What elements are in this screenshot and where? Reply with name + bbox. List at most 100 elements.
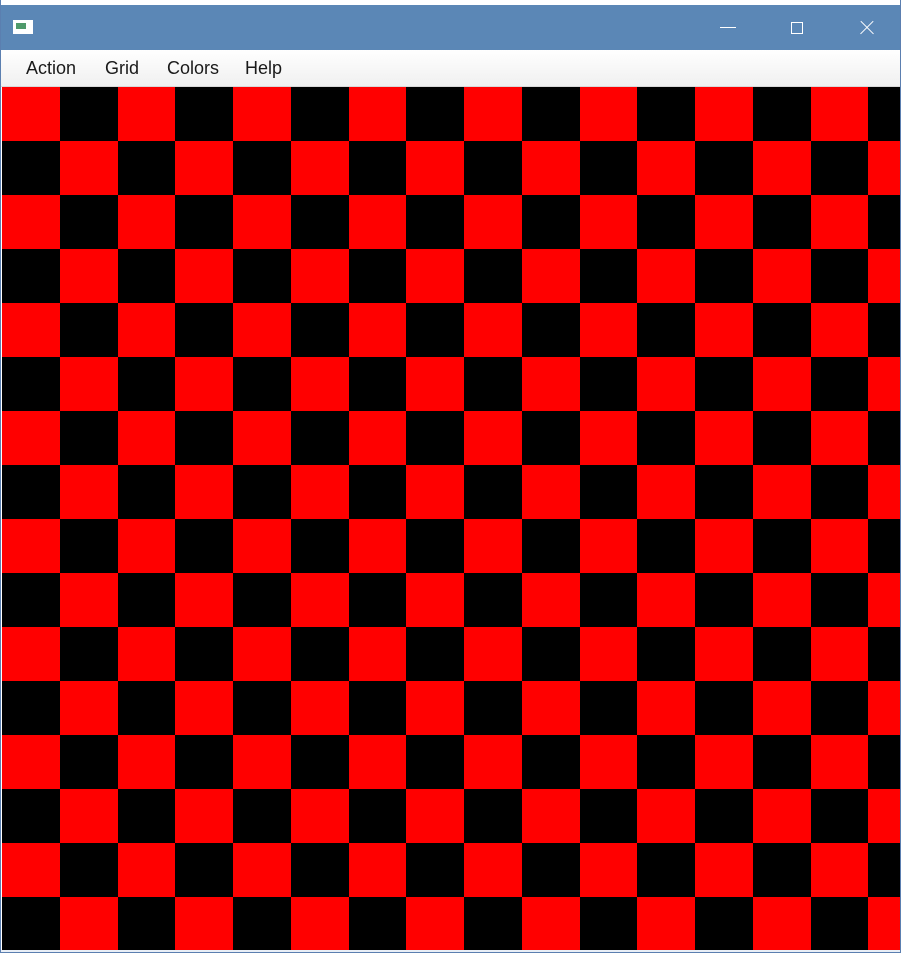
grid-cell[interactable] [2,141,61,195]
grid-cell[interactable] [175,303,234,357]
grid-cell[interactable] [290,627,349,681]
grid-cell[interactable] [868,87,900,141]
grid-cell[interactable] [695,735,754,789]
grid-cell[interactable] [637,519,696,573]
grid-cell[interactable] [521,87,580,141]
grid-cell[interactable] [637,357,696,411]
grid-cell[interactable] [810,735,869,789]
grid-cell[interactable] [175,87,234,141]
grid-cell[interactable] [59,357,118,411]
grid-cell[interactable] [637,195,696,249]
grid-cell[interactable] [637,87,696,141]
grid-cell[interactable] [59,465,118,519]
grid-cell[interactable] [233,249,292,303]
grid-cell[interactable] [868,465,900,519]
grid-cell[interactable] [2,465,61,519]
grid-cell[interactable] [752,573,811,627]
grid-cell[interactable] [290,411,349,465]
grid-cell[interactable] [59,87,118,141]
grid-cell[interactable] [521,141,580,195]
grid-cell[interactable] [175,465,234,519]
grid-cell[interactable] [752,519,811,573]
grid-cell[interactable] [348,897,407,950]
grid-cell[interactable] [752,627,811,681]
grid-cell[interactable] [406,87,465,141]
grid-cell[interactable] [290,303,349,357]
title-bar[interactable] [1,5,900,50]
grid-cell[interactable] [290,789,349,843]
grid-cell[interactable] [406,519,465,573]
grid-cell[interactable] [579,357,638,411]
grid-cell[interactable] [117,519,176,573]
grid-cell[interactable] [2,87,61,141]
grid-cell[interactable] [348,735,407,789]
grid-cell[interactable] [59,789,118,843]
grid-cell[interactable] [175,411,234,465]
grid-cell[interactable] [579,195,638,249]
grid-cell[interactable] [521,303,580,357]
grid-cell[interactable] [290,573,349,627]
grid-cell[interactable] [752,411,811,465]
grid-cell[interactable] [579,573,638,627]
grid-cell[interactable] [752,735,811,789]
grid-cell[interactable] [464,357,523,411]
grid-cell[interactable] [579,843,638,897]
grid-cell[interactable] [752,303,811,357]
grid-cell[interactable] [521,897,580,950]
grid-cell[interactable] [579,87,638,141]
grid-cell[interactable] [695,411,754,465]
grid-cell[interactable] [521,465,580,519]
grid-cell[interactable] [464,519,523,573]
grid-cell[interactable] [2,519,61,573]
grid-cell[interactable] [521,357,580,411]
grid-cell[interactable] [59,411,118,465]
grid-cell[interactable] [406,573,465,627]
grid-cell[interactable] [810,573,869,627]
grid-cell[interactable] [464,681,523,735]
menu-action[interactable]: Action [26,50,76,86]
grid-cell[interactable] [637,465,696,519]
grid-cell[interactable] [233,843,292,897]
grid-cell[interactable] [810,519,869,573]
grid-cell[interactable] [406,303,465,357]
grid-cell[interactable] [175,897,234,950]
grid-cell[interactable] [59,249,118,303]
grid-cell[interactable] [59,195,118,249]
grid-cell[interactable] [406,897,465,950]
grid-cell[interactable] [175,681,234,735]
grid-cell[interactable] [233,357,292,411]
grid-cell[interactable] [579,681,638,735]
grid-cell[interactable] [752,249,811,303]
grid-cell[interactable] [464,411,523,465]
grid-cell[interactable] [59,303,118,357]
grid-cell[interactable] [637,897,696,950]
grid-cell[interactable] [695,681,754,735]
grid-cell[interactable] [810,87,869,141]
window-app-icon[interactable] [13,20,33,34]
grid-cell[interactable] [868,789,900,843]
grid-cell[interactable] [406,357,465,411]
grid-cell[interactable] [233,141,292,195]
grid-cell[interactable] [290,843,349,897]
grid-cell[interactable] [406,681,465,735]
grid-cell[interactable] [2,249,61,303]
grid-cell[interactable] [290,465,349,519]
grid-cell[interactable] [521,249,580,303]
grid-cell[interactable] [233,87,292,141]
grid-cell[interactable] [117,411,176,465]
grid-cell[interactable] [117,141,176,195]
grid-cell[interactable] [637,735,696,789]
grid-cell[interactable] [175,519,234,573]
grid-cell[interactable] [117,789,176,843]
grid-cell[interactable] [233,195,292,249]
grid-cell[interactable] [2,735,61,789]
checkerboard-canvas[interactable] [2,87,900,950]
grid-cell[interactable] [868,627,900,681]
grid-cell[interactable] [810,627,869,681]
grid-cell[interactable] [117,87,176,141]
grid-cell[interactable] [290,249,349,303]
grid-cell[interactable] [695,465,754,519]
grid-cell[interactable] [810,303,869,357]
grid-cell[interactable] [637,249,696,303]
grid-cell[interactable] [521,411,580,465]
